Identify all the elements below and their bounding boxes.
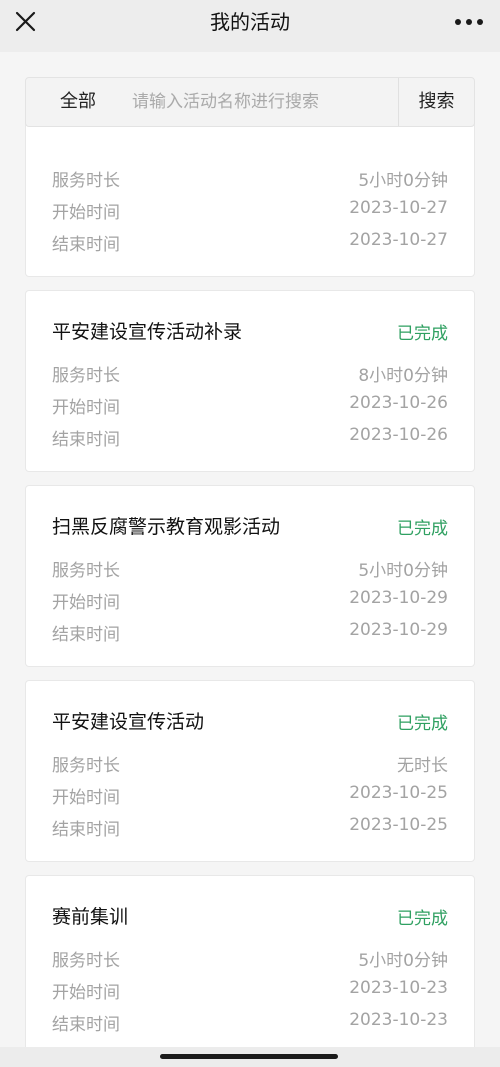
navigation-bar: 我的活动 <box>0 0 500 52</box>
duration-value: 8小时0分钟 <box>358 366 448 386</box>
duration-label: 服务时长 <box>52 951 120 971</box>
start-time-label: 开始时间 <box>52 593 120 613</box>
status-badge: 已完成 <box>397 324 448 344</box>
start-time-label: 开始时间 <box>52 983 120 1003</box>
start-time-value: 2023-10-26 <box>349 393 448 413</box>
activity-card[interactable]: 平安建设宣传活动补录 已完成 服务时长 8小时0分钟 开始时间 2023-10-… <box>25 290 475 472</box>
activity-title: 扫黑反腐警示教育观影活动 <box>52 516 281 538</box>
end-time-value: 2023-10-26 <box>349 425 448 445</box>
search-button[interactable]: 搜索 <box>398 78 474 126</box>
duration-value: 5小时0分钟 <box>358 561 448 581</box>
duration-value: 5小时0分钟 <box>358 951 448 971</box>
status-badge: 已完成 <box>397 714 448 734</box>
status-badge: 已完成 <box>397 519 448 539</box>
activity-card[interactable]: 平安建设宣传活动 已完成 服务时长 无时长 开始时间 2023-10-25 结束… <box>25 680 475 862</box>
start-time-value: 2023-10-23 <box>349 978 448 998</box>
end-time-label: 结束时间 <box>52 235 120 255</box>
end-time-value: 2023-10-23 <box>349 1010 448 1030</box>
duration-label: 服务时长 <box>52 756 120 776</box>
end-time-label: 结束时间 <box>52 625 120 645</box>
home-indicator[interactable] <box>160 1054 338 1059</box>
activity-card[interactable]: 赛前集训 已完成 服务时长 5小时0分钟 开始时间 2023-10-23 结束时… <box>25 875 475 1057</box>
end-time-value: 2023-10-25 <box>349 815 448 835</box>
start-time-label: 开始时间 <box>52 203 120 223</box>
end-time-value: 2023-10-29 <box>349 620 448 640</box>
filter-all-button[interactable]: 全部 <box>26 78 130 126</box>
status-badge: 已完成 <box>397 909 448 929</box>
activity-card[interactable]: 扫黑反腐警示教育观影活动 已完成 服务时长 5小时0分钟 开始时间 2023-1… <box>25 485 475 667</box>
duration-label: 服务时长 <box>52 171 120 191</box>
more-dots-icon[interactable] <box>452 8 486 36</box>
start-time-value: 2023-10-29 <box>349 588 448 608</box>
end-time-label: 结束时间 <box>52 1015 120 1035</box>
activity-title: 平安建设宣传活动补录 <box>52 321 243 343</box>
end-time-value: 2023-10-27 <box>349 230 448 250</box>
start-time-label: 开始时间 <box>52 398 120 418</box>
duration-label: 服务时长 <box>52 366 120 386</box>
start-time-value: 2023-10-25 <box>349 783 448 803</box>
duration-value: 无时长 <box>397 756 448 776</box>
start-time-label: 开始时间 <box>52 788 120 808</box>
page-title: 我的活动 <box>210 10 290 34</box>
end-time-label: 结束时间 <box>52 820 120 840</box>
activity-title: 平安建设宣传活动 <box>52 711 205 733</box>
activity-title: 赛前集训 <box>52 906 129 928</box>
duration-label: 服务时长 <box>52 561 120 581</box>
end-time-label: 结束时间 <box>52 430 120 450</box>
search-input[interactable] <box>130 78 424 126</box>
duration-value: 5小时0分钟 <box>358 171 448 191</box>
start-time-value: 2023-10-27 <box>349 198 448 218</box>
search-bar: 全部 搜索 <box>25 77 475 127</box>
